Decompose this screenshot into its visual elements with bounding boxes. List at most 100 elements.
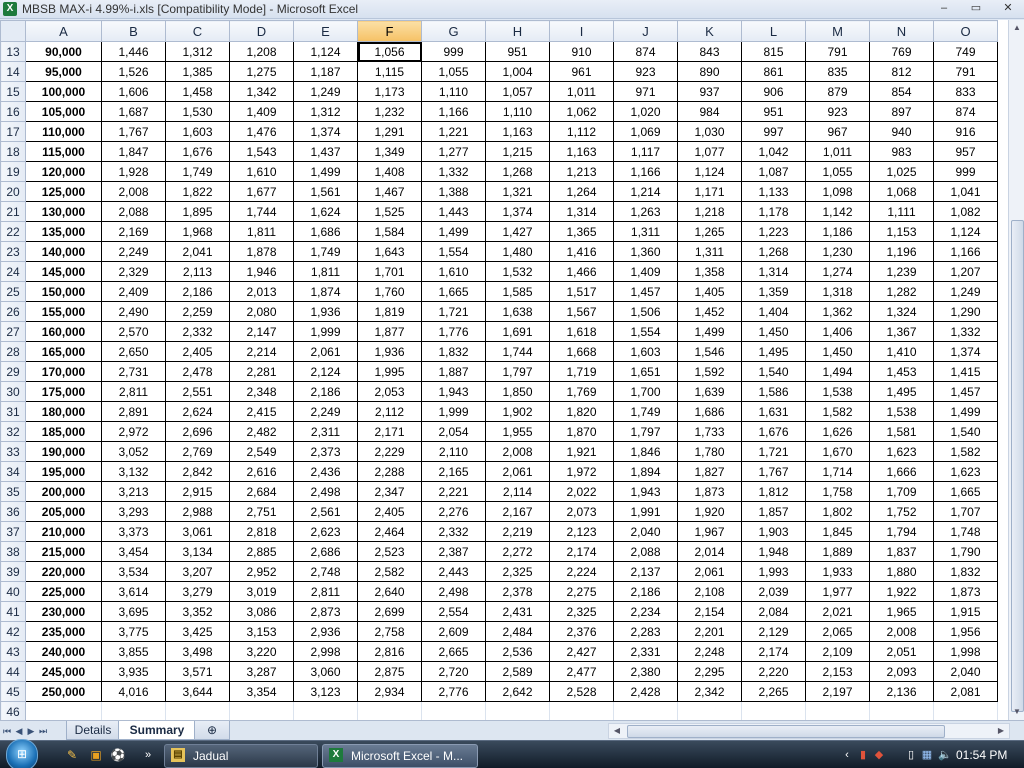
cell[interactable]: 2,147 (229, 321, 294, 342)
cell[interactable]: 1,404 (741, 301, 806, 322)
row-header[interactable]: 29 (0, 361, 26, 382)
cell[interactable]: 1,749 (293, 241, 358, 262)
cell[interactable]: 1,538 (805, 381, 870, 402)
cell[interactable]: 2,348 (229, 381, 294, 402)
row-header[interactable]: 21 (0, 201, 26, 222)
cell-loan-amount[interactable]: 115,000 (25, 141, 102, 162)
cell[interactable]: 2,624 (165, 401, 230, 422)
row-header[interactable]: 27 (0, 321, 26, 342)
taskbar-item-excel[interactable]: X Microsoft Excel - M... (322, 744, 478, 768)
cell[interactable]: 1,586 (741, 381, 806, 402)
cell[interactable]: 910 (549, 41, 614, 62)
cell[interactable]: 2,769 (165, 441, 230, 462)
cell[interactable]: 1,802 (805, 501, 870, 522)
cell[interactable]: 1,055 (421, 61, 486, 82)
cell[interactable]: 2,008 (485, 441, 550, 462)
cell[interactable]: 1,651 (613, 361, 678, 382)
cell[interactable]: 2,347 (357, 481, 422, 502)
cell[interactable]: 1,623 (869, 441, 934, 462)
cell[interactable]: 3,614 (101, 581, 166, 602)
cell[interactable]: 1,769 (549, 381, 614, 402)
cell[interactable]: 1,822 (165, 181, 230, 202)
cell[interactable]: 1,186 (805, 221, 870, 242)
cell[interactable]: 3,373 (101, 521, 166, 542)
cell[interactable]: 1,760 (357, 281, 422, 302)
row-header[interactable]: 33 (0, 441, 26, 462)
cell[interactable]: 2,080 (229, 301, 294, 322)
cell[interactable]: 1,405 (677, 281, 742, 302)
cell[interactable]: 1,709 (869, 481, 934, 502)
cell[interactable]: 2,088 (101, 201, 166, 222)
cell-loan-amount[interactable]: 170,000 (25, 361, 102, 382)
scroll-left-icon[interactable]: ◀ (611, 724, 623, 738)
cell[interactable]: 2,039 (741, 581, 806, 602)
cell[interactable]: 2,616 (229, 461, 294, 482)
cell[interactable]: 1,450 (805, 341, 870, 362)
cell-loan-amount[interactable]: 145,000 (25, 261, 102, 282)
cell[interactable]: 3,935 (101, 661, 166, 682)
cell[interactable]: 1,701 (357, 261, 422, 282)
cell[interactable]: 2,169 (101, 221, 166, 242)
cell[interactable]: 906 (741, 81, 806, 102)
cell[interactable]: 1,166 (421, 101, 486, 122)
cell[interactable]: 1,495 (869, 381, 934, 402)
cell[interactable]: 2,174 (549, 541, 614, 562)
cell[interactable]: 2,699 (357, 601, 422, 622)
scroll-right-icon[interactable]: ▶ (995, 724, 1007, 738)
cell-loan-amount[interactable]: 100,000 (25, 81, 102, 102)
cell[interactable]: 2,891 (101, 401, 166, 422)
tab-details[interactable]: Details (66, 721, 120, 740)
cell[interactable]: 2,331 (613, 641, 678, 662)
cell-loan-amount[interactable]: 165,000 (25, 341, 102, 362)
cell[interactable]: 1,903 (741, 521, 806, 542)
row-header[interactable]: 35 (0, 481, 26, 502)
cell-loan-amount[interactable]: 215,000 (25, 541, 102, 562)
row-header[interactable]: 16 (0, 101, 26, 122)
cell[interactable]: 2,415 (229, 401, 294, 422)
cell[interactable]: 2,498 (293, 481, 358, 502)
cell[interactable]: 1,606 (101, 81, 166, 102)
cell[interactable]: 1,624 (293, 201, 358, 222)
cell[interactable]: 1,686 (677, 401, 742, 422)
cell[interactable]: 812 (869, 61, 934, 82)
cell[interactable]: 2,295 (677, 661, 742, 682)
row-header[interactable]: 30 (0, 381, 26, 402)
cell[interactable]: 1,359 (741, 281, 806, 302)
row-header[interactable]: 13 (0, 41, 26, 62)
cell[interactable]: 1,700 (613, 381, 678, 402)
cell[interactable]: 2,551 (165, 381, 230, 402)
cell[interactable]: 1,499 (677, 321, 742, 342)
cell-loan-amount[interactable]: 240,000 (25, 641, 102, 662)
cell[interactable]: 3,134 (165, 541, 230, 562)
cell[interactable]: 1,163 (485, 121, 550, 142)
cell[interactable]: 1,062 (549, 101, 614, 122)
cell[interactable]: 1,110 (421, 81, 486, 102)
cell[interactable]: 2,873 (293, 601, 358, 622)
cell[interactable]: 3,153 (229, 621, 294, 642)
cell-loan-amount[interactable]: 95,000 (25, 61, 102, 82)
cell[interactable]: 2,811 (101, 381, 166, 402)
cell[interactable]: 1,850 (485, 381, 550, 402)
cell[interactable]: 1,585 (485, 281, 550, 302)
column-header-m[interactable]: M (805, 20, 870, 42)
cell[interactable]: 2,186 (293, 381, 358, 402)
cell[interactable]: 2,272 (485, 541, 550, 562)
cell[interactable]: 1,894 (613, 461, 678, 482)
cell[interactable]: 1,554 (421, 241, 486, 262)
cell[interactable]: 1,921 (549, 441, 614, 462)
cell[interactable]: 1,618 (549, 321, 614, 342)
cell[interactable]: 1,668 (549, 341, 614, 362)
cell[interactable] (805, 701, 870, 720)
cell[interactable]: 1,554 (613, 321, 678, 342)
cell[interactable]: 923 (613, 61, 678, 82)
cell[interactable]: 1,443 (421, 201, 486, 222)
cell[interactable]: 1,666 (869, 461, 934, 482)
cell[interactable]: 1,374 (485, 201, 550, 222)
start-button[interactable]: ⊞ (6, 739, 38, 768)
column-header-a[interactable]: A (25, 20, 102, 42)
cell[interactable]: 3,454 (101, 541, 166, 562)
cell[interactable]: 4,016 (101, 681, 166, 702)
cell[interactable]: 1,920 (677, 501, 742, 522)
cell[interactable] (165, 701, 230, 720)
cell[interactable]: 1,943 (613, 481, 678, 502)
